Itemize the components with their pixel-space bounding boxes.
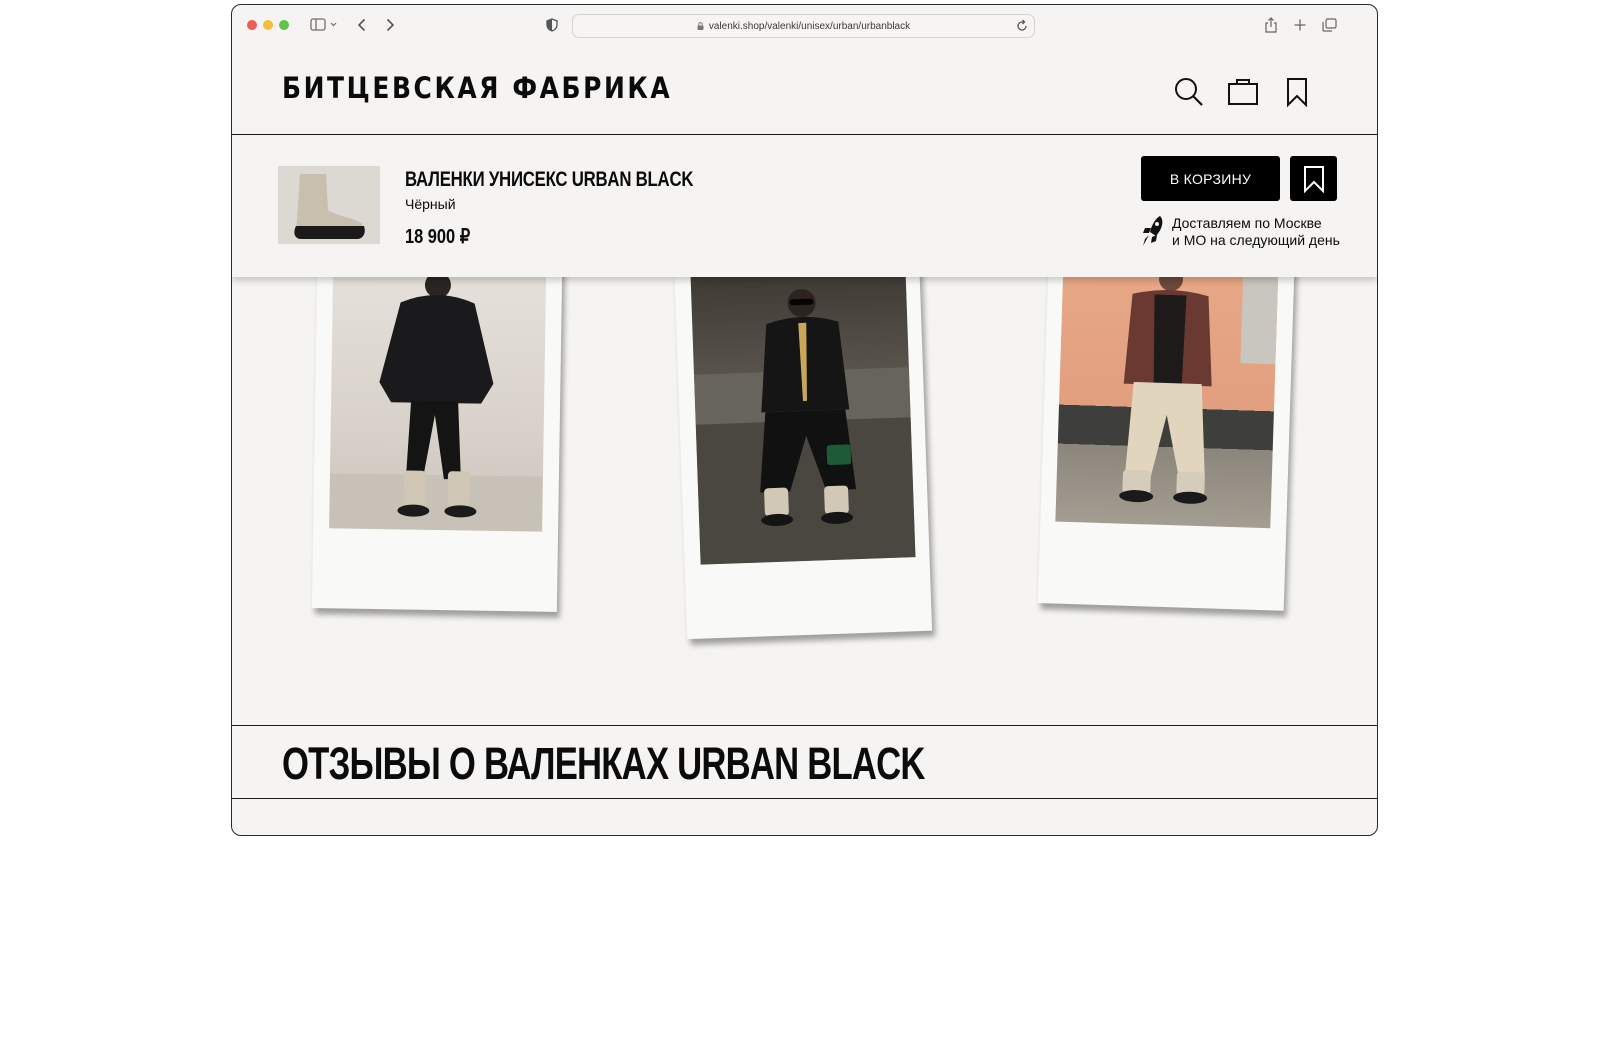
delivery-line: и МО на следующий день (1172, 232, 1340, 248)
product-name: ВАЛЕНКИ УНИСЕКС URBAN BLACK (405, 168, 694, 191)
site-header: БИТЦЕВСКАЯ ФАБРИКА (232, 45, 1377, 135)
forward-icon[interactable] (382, 14, 398, 36)
polaroid-card (672, 220, 933, 640)
back-icon[interactable] (354, 14, 370, 36)
delivery-info: Доставляем по Москве и МО на следующий д… (1172, 215, 1372, 249)
site-logo[interactable]: БИТЦЕВСКАЯ ФАБРИКА (282, 71, 672, 105)
reload-icon[interactable] (1016, 19, 1028, 33)
minimize-window-button[interactable] (263, 20, 273, 30)
sidebar-toggle-icon[interactable] (309, 14, 339, 36)
reviews-section: ОТЗЫВЫ О ВАЛЕНКАХ URBAN BLACK (232, 725, 1377, 799)
zoom-window-button[interactable] (279, 20, 289, 30)
lock-icon (697, 22, 704, 30)
woman-black-puffer-photo (329, 263, 547, 532)
woman-leather-jacket-photo (690, 257, 916, 565)
shopping-bag-icon[interactable] (1226, 75, 1260, 109)
share-icon[interactable] (1263, 14, 1279, 36)
search-icon[interactable] (1172, 75, 1206, 109)
save-to-favorites-button[interactable] (1290, 156, 1337, 201)
browser-toolbar: valenki.shop/valenki/unisex/urban/urbanb… (232, 5, 1377, 45)
sticky-product-bar: ВАЛЕНКИ УНИСЕКС URBAN BLACK Чёрный 18 90… (232, 135, 1377, 277)
add-to-cart-button[interactable]: В КОРЗИНУ (1141, 156, 1280, 201)
tab-overview-icon[interactable] (1320, 14, 1338, 36)
rocket-icon (1143, 216, 1163, 246)
bookmark-icon[interactable] (1280, 75, 1314, 109)
delivery-line: Доставляем по Москве (1172, 215, 1322, 231)
product-color: Чёрный (405, 196, 456, 212)
product-thumbnail[interactable] (278, 166, 380, 244)
browser-window: valenki.shop/valenki/unisex/urban/urbanb… (231, 4, 1378, 836)
product-price: 18 900 ₽ (405, 226, 471, 248)
privacy-shield-icon[interactable] (544, 14, 560, 36)
url-text: valenki.shop/valenki/unisex/urban/urbanb… (708, 20, 911, 32)
close-window-button[interactable] (247, 20, 257, 30)
new-tab-icon[interactable] (1292, 14, 1308, 36)
address-bar[interactable]: valenki.shop/valenki/unisex/urban/urbanb… (572, 14, 1035, 38)
reviews-heading: ОТЗЫВЫ О ВАЛЕНКАХ URBAN BLACK (282, 738, 925, 789)
bookmark-icon (1303, 165, 1324, 193)
man-plaid-jacket-photo (1055, 261, 1279, 529)
